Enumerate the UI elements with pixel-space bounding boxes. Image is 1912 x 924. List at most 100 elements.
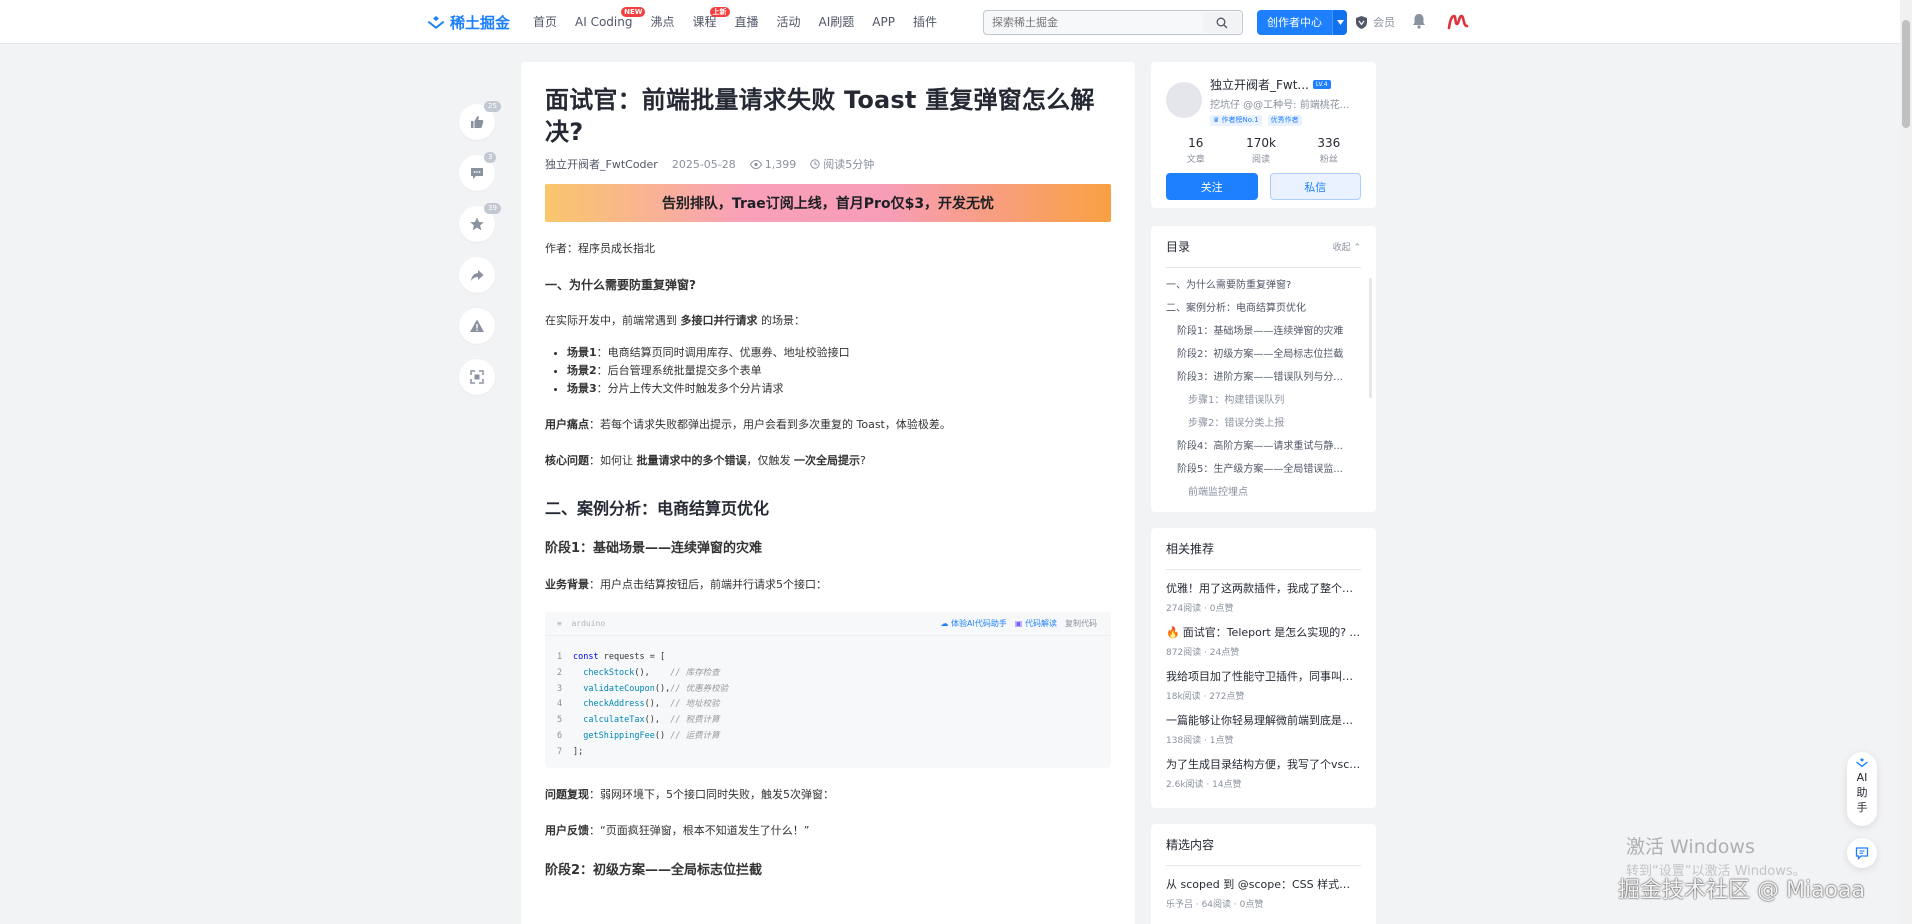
toc-item[interactable]: 阶段2：初级方案——全局标志位拦截 xyxy=(1166,343,1361,366)
site-watermark: 掘金技术社区 @ Miaoaa xyxy=(1618,878,1865,903)
author-avatar[interactable] xyxy=(1166,82,1202,118)
nav-item-label: 活动 xyxy=(776,15,801,29)
nav-item[interactable]: 沸点 xyxy=(641,0,683,44)
ai-assistant-button[interactable]: AI助手 xyxy=(1847,752,1877,826)
toc-fold-button[interactable]: 收起 ⌃ xyxy=(1333,240,1361,253)
selected-item-title: 从 scoped 到 @scope：CSS 样式隔离... xyxy=(1166,876,1361,892)
report-button[interactable] xyxy=(459,308,495,344)
toc-item[interactable]: 步骤2：错误分类上报 xyxy=(1166,412,1361,435)
recommend-item[interactable]: 一篇能够让你轻易理解微前端到底是个... 138阅读 · 1点赞 xyxy=(1166,712,1361,746)
fire-icon: 🔥 xyxy=(1166,625,1180,639)
message-button[interactable]: 私信 xyxy=(1269,173,1361,200)
recommend-item[interactable]: 为了生成目录结构方便，我写了个vsco... 2.6k阅读 · 14点赞 xyxy=(1166,756,1361,790)
nav-item[interactable]: AI刷题 xyxy=(810,0,864,44)
article-body: 作者：程序员成长指北 一、为什么需要防重复弹窗? 在实际开发中，前端常遇到 多接… xyxy=(545,240,1111,880)
toc-item[interactable]: 二、案例分析：电商结算页优化 xyxy=(1166,297,1361,320)
nav-item[interactable]: 活动 xyxy=(768,0,810,44)
like-button[interactable]: 25 xyxy=(459,101,501,140)
article-title: 面试官：前端批量请求失败 Toast 重复弹窗怎么解决? xyxy=(545,86,1095,146)
recommend-item-meta: 18k阅读 · 272点赞 xyxy=(1166,692,1245,702)
juejin-logo-icon xyxy=(427,15,445,29)
toc-item[interactable]: 步骤1：构建错误队列 xyxy=(1166,389,1361,412)
page-scrollbar[interactable] xyxy=(1900,0,1912,924)
toc-scrollbar[interactable] xyxy=(1369,278,1372,398)
scene-text: ：分片上传大文件时触发多个分片请求 xyxy=(596,382,784,395)
code-function: checkStock xyxy=(573,667,635,678)
author-name[interactable]: 独立开阀者_Fwt... xyxy=(1210,76,1309,93)
fullscreen-button[interactable] xyxy=(459,359,495,395)
code-tools: ☁ 体验AI代码助手 ▣ 代码解读 复制代码 xyxy=(941,615,1098,633)
nav-item-label: AI刷题 xyxy=(818,15,855,29)
toc-item[interactable]: 阶段4：高阶方案——请求重试与静... xyxy=(1166,435,1361,458)
nav-item[interactable]: 直播 xyxy=(726,0,768,44)
code-line: 4 checkAddress(), // 地址校验 xyxy=(557,697,1099,713)
creator-center-button[interactable]: 创作者中心 xyxy=(1257,10,1332,35)
vip-label: 会员 xyxy=(1373,16,1395,29)
recommend-item-meta: 274阅读 · 0点赞 xyxy=(1166,604,1234,614)
author-desc: 挖坑仔 @@工种号: 前端桃花... xyxy=(1210,100,1350,111)
sec1-intro: 在实际开发中，前端常遇到 多接口并行请求 的场景： xyxy=(545,312,1111,330)
repro-label: 问题复现 xyxy=(545,788,589,801)
selected-title: 精选内容 xyxy=(1166,838,1215,852)
page-scrollbar-thumb[interactable] xyxy=(1902,20,1910,128)
recommend-item[interactable]: 优雅！用了这两款插件，我成了整个公... 274阅读 · 0点赞 xyxy=(1166,580,1361,614)
search-input[interactable] xyxy=(984,16,1203,29)
juejin-logo[interactable]: 稀土掘金 xyxy=(426,12,510,33)
stat-label: 阅读 xyxy=(1252,155,1271,165)
toc-item[interactable]: 阶段1：基础场景——连续弹窗的灾难 xyxy=(1166,320,1361,343)
promo-banner[interactable]: 告别排队，Trae订阅上线，首月Pro仅$3，开发无忧 xyxy=(545,184,1111,222)
pain-text: ：若每个请求失败都弹出提示，用户会看到多次重复的 Toast，体验极差。 xyxy=(589,418,951,431)
recommend-item[interactable]: 🔥 面试官：Teleport 是怎么实现的? ... 872阅读 · 24点赞 xyxy=(1166,624,1361,659)
search-button[interactable] xyxy=(1203,12,1241,33)
selected-list: 从 scoped 到 @scope：CSS 样式隔离... 乐予吕 · 64阅读 … xyxy=(1166,876,1361,910)
toc-item[interactable]: 阶段3：进阶方案——错误队列与分... xyxy=(1166,366,1361,389)
nav-item[interactable]: 首页 xyxy=(524,0,566,44)
author-card: 独立开阀者_Fwt... LV.4 挖坑仔 @@工种号: 前端桃花... ♛ 作… xyxy=(1151,62,1376,208)
code-line-content: validateCoupon(),// 优惠券校验 xyxy=(573,682,728,698)
notification-bell[interactable] xyxy=(1411,12,1427,34)
core-post: ? xyxy=(860,454,866,467)
code-comment: // 运费计算 xyxy=(670,730,720,741)
nav-item[interactable]: AI Coding NEW xyxy=(566,0,646,44)
user-avatar[interactable] xyxy=(1446,10,1470,34)
selected-item[interactable]: 从 scoped 到 @scope：CSS 样式隔离... 乐予吕 · 64阅读 … xyxy=(1166,876,1361,910)
toc-item[interactable]: 一、为什么需要防重复弹窗? xyxy=(1166,274,1361,297)
recommend-item-title-text: 面试官：Teleport 是怎么实现的? ... xyxy=(1182,626,1361,639)
creator-center: 创作者中心 xyxy=(1257,10,1347,35)
follow-button[interactable]: 关注 xyxy=(1166,173,1258,200)
toc-item[interactable]: 阶段5：生产级方案——全局错误监... xyxy=(1166,458,1361,481)
article-author-link[interactable]: 独立开阀者_FwtCoder xyxy=(545,156,658,172)
recommend-item-title: 一篇能够让你轻易理解微前端到底是个... xyxy=(1166,712,1361,728)
recommend-item-title-text: 为了生成目录结构方便，我写了个vsco... xyxy=(1166,758,1361,771)
ai-code-assistant-button[interactable]: ☁ 体验AI代码助手 xyxy=(941,615,1007,633)
toc-item[interactable]: 前端监控埋点 xyxy=(1166,481,1361,504)
recommend-header: 相关推荐 xyxy=(1166,540,1361,570)
author-stat[interactable]: 170k 阅读 xyxy=(1246,136,1276,165)
author-stat[interactable]: 336 粉丝 xyxy=(1317,136,1340,165)
scene-label: 场景1 xyxy=(567,346,597,359)
nav-item-label: 插件 xyxy=(912,15,937,29)
author-stat[interactable]: 16 文章 xyxy=(1187,136,1205,165)
nav-item[interactable]: 课程 上新 xyxy=(684,0,730,44)
repro-text: ：弱网环境下，5个接口同时失败，触发5次弹窗： xyxy=(589,788,834,801)
core-bold-1: 批量请求中的多个错误 xyxy=(636,454,747,467)
code-explain-button[interactable]: ▣ 代码解读 xyxy=(1015,615,1057,633)
creator-dropdown-button[interactable] xyxy=(1332,10,1347,35)
collect-button[interactable]: 39 xyxy=(459,203,501,242)
share-icon xyxy=(471,270,484,281)
pain-point: 用户痛点：若每个请求失败都弹出提示，用户会看到多次重复的 Toast，体验极差。 xyxy=(545,416,1111,434)
toc-list: 一、为什么需要防重复弹窗? 二、案例分析：电商结算页优化 阶段1：基础场景——连续弹… xyxy=(1166,274,1361,504)
nav-item[interactable]: APP xyxy=(863,0,904,44)
toc-header: 目录 收起 ⌃ xyxy=(1166,238,1361,268)
chat-float-button[interactable] xyxy=(1847,838,1877,868)
code-comment: // 库存检查 xyxy=(670,667,720,678)
vip-link[interactable]: 会员 xyxy=(1354,14,1395,30)
recommend-item-title-text: 优雅！用了这两款插件，我成了整个公... xyxy=(1166,582,1361,595)
recommend-item[interactable]: 我给项目加了性能守卫插件，同事叫我... 18k阅读 · 272点赞 xyxy=(1166,668,1361,702)
recommend-item-title-text: 我给项目加了性能守卫插件，同事叫我... xyxy=(1166,670,1361,683)
copy-code-button[interactable]: 复制代码 xyxy=(1065,615,1097,633)
thumb-up-icon xyxy=(471,116,484,128)
share-button[interactable] xyxy=(459,257,495,293)
comment-button[interactable]: 3 xyxy=(459,152,497,191)
nav-item[interactable]: 插件 xyxy=(904,0,946,44)
